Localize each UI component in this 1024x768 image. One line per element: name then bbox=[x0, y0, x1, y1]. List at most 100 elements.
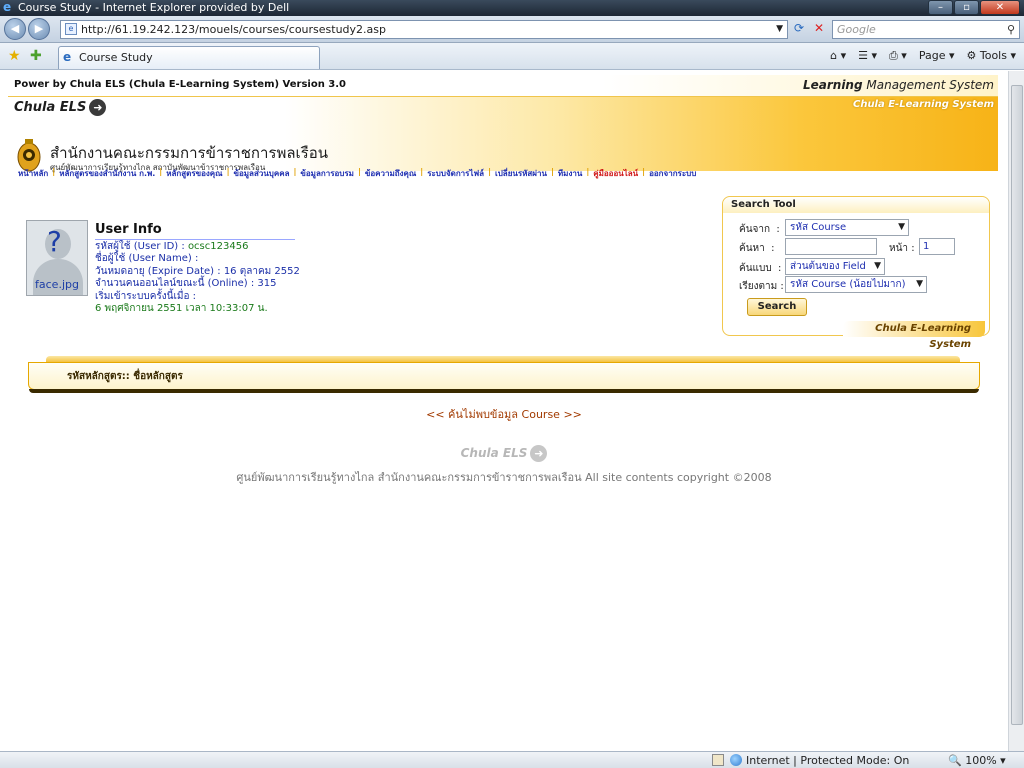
forward-button[interactable]: ▶ bbox=[28, 18, 50, 40]
menu-separator: | bbox=[420, 167, 424, 176]
menu-item-6[interactable]: ระบบจัดการไฟล์ bbox=[427, 167, 484, 180]
menu-separator: | bbox=[642, 167, 646, 176]
search-from-label: ค้นจาก : bbox=[739, 224, 780, 235]
menu-item-1[interactable]: หลักสูตรของสำนักงาน ก.พ. bbox=[59, 167, 155, 180]
avatar: ? face.jpg bbox=[26, 220, 88, 296]
search-button[interactable]: Search bbox=[747, 298, 807, 316]
menu-separator: | bbox=[357, 167, 361, 176]
home-icon[interactable]: ⌂ ▾ bbox=[830, 49, 846, 63]
page-icon: e bbox=[65, 23, 77, 35]
menu-item-5[interactable]: ข้อความถึงคุณ bbox=[365, 167, 416, 180]
online-value: 315 bbox=[257, 278, 277, 290]
tab-ie-icon: e bbox=[63, 50, 72, 64]
chula-els-logo: Chula ELS ➜ bbox=[14, 99, 107, 116]
arrow-right-icon: ➜ bbox=[89, 99, 107, 116]
search-mode-select[interactable]: ส่วนต้นของ Field ▼ bbox=[785, 258, 885, 275]
footer-copyright: ศูนย์พัฒนาการเรียนรู้ทางไกล สำนักงานคณะก… bbox=[236, 471, 772, 484]
lms-title: Learning Management System bbox=[802, 78, 994, 92]
search-input[interactable]: Google ⚲ bbox=[832, 20, 1020, 39]
footer-logo: Chula ELS ➜ bbox=[0, 445, 1008, 462]
zoom-level[interactable]: 🔍 100% ▾ bbox=[948, 754, 1006, 767]
address-bar[interactable]: e http://61.19.242.123/mouels/courses/co… bbox=[60, 20, 788, 39]
tools-menu[interactable]: ⚙ Tools ▾ bbox=[967, 49, 1017, 63]
globe-icon bbox=[730, 754, 742, 766]
security-icon[interactable] bbox=[712, 754, 724, 766]
minimize-button[interactable]: – bbox=[928, 0, 953, 15]
not-found-message: << ค้นไม่พบข้อมูล Course >> bbox=[426, 408, 582, 421]
menu-separator: | bbox=[293, 167, 297, 176]
user-id-value: ocsc123456 bbox=[187, 241, 249, 252]
divider bbox=[95, 239, 295, 240]
course-list-header: รหัสหลักสูตร:: ชื่อหลักสูตร bbox=[28, 362, 980, 393]
close-button[interactable]: ✕ bbox=[980, 0, 1020, 15]
zone-text[interactable]: Internet | Protected Mode: On bbox=[746, 754, 909, 767]
status-bar: Internet | Protected Mode: On 🔍 100% ▾ bbox=[0, 751, 1024, 768]
user-id-label: รหัสผู้ใช้ (User ID) : bbox=[95, 241, 188, 252]
search-tool-panel: Search Tool ค้นจาก : รหัส Course ▼ ค้นหา … bbox=[722, 196, 990, 350]
question-mark-icon: ? bbox=[47, 225, 62, 258]
menu-item-8[interactable]: ทีมงาน bbox=[558, 167, 582, 180]
menu-item-2[interactable]: หลักสูตรของคุณ bbox=[166, 167, 222, 180]
ie-logo-icon: e bbox=[3, 0, 12, 14]
menu-item-7[interactable]: เปลี่ยนรหัสผ่าน bbox=[495, 167, 547, 180]
add-favorites-icon[interactable]: ✚ bbox=[30, 48, 42, 64]
powered-by-text: Power by Chula ELS (Chula E-Learning Sys… bbox=[14, 79, 347, 90]
stop-icon[interactable]: ✕ bbox=[810, 21, 828, 38]
chevron-down-icon: ▼ bbox=[874, 261, 881, 271]
url-text: http://61.19.242.123/mouels/courses/cour… bbox=[81, 23, 386, 36]
site-banner: Chula ELS ➜ สำนักงานคณะกรรมการข้าราชการพล… bbox=[8, 97, 998, 172]
menu-item-3[interactable]: ข้อมูลส่วนบุคคล bbox=[234, 167, 290, 180]
user-name-label: ชื่อผู้ใช้ (User Name) : bbox=[95, 253, 199, 265]
favorites-star-icon[interactable]: ★ bbox=[8, 48, 21, 64]
search-tool-title: Search Tool bbox=[723, 197, 989, 213]
refresh-icon[interactable]: ⟳ bbox=[790, 21, 808, 38]
expire-label: วันหมดอายุ (Expire Date) : bbox=[95, 265, 224, 277]
address-dropdown-icon[interactable]: ▼ bbox=[776, 21, 783, 38]
menu-separator: | bbox=[52, 167, 56, 176]
arrow-right-icon: ➜ bbox=[530, 445, 548, 462]
menu-item-10[interactable]: ออกจากระบบ bbox=[649, 167, 696, 180]
banner-tagline: Chula E-Learning System bbox=[852, 99, 994, 110]
maximize-button[interactable]: ▫ bbox=[954, 0, 979, 15]
vertical-scrollbar[interactable] bbox=[1008, 71, 1024, 751]
chevron-down-icon: ▼ bbox=[916, 279, 923, 289]
menu-separator: | bbox=[488, 167, 491, 176]
search-from-select[interactable]: รหัส Course ▼ bbox=[785, 219, 909, 236]
page-menu[interactable]: Page ▾ bbox=[919, 49, 955, 63]
window-titlebar: e Course Study - Internet Explorer provi… bbox=[0, 0, 1024, 16]
header-strip: Power by Chula ELS (Chula E-Learning Sys… bbox=[8, 75, 998, 97]
menu-separator: | bbox=[226, 167, 230, 176]
sort-label: เรียงตาม : bbox=[739, 281, 784, 292]
tab-course-study[interactable]: e Course Study bbox=[58, 46, 320, 69]
user-info-details: รหัสผู้ใช้ (User ID) : ocsc123456 ชื่อผู… bbox=[95, 241, 300, 315]
menu-item-0[interactable]: หน้าหลัก bbox=[18, 167, 48, 180]
course-header-text: รหัสหลักสูตร:: ชื่อหลักสูตร bbox=[67, 371, 183, 382]
chevron-down-icon: ▼ bbox=[898, 222, 905, 232]
page-number-label: หน้า : bbox=[889, 243, 915, 254]
search-tool-footer: Chula E-Learning System bbox=[843, 321, 985, 350]
search-icon[interactable]: ⚲ bbox=[1007, 21, 1015, 38]
menu-item-9[interactable]: คู่มือออนไลน์ bbox=[593, 167, 638, 180]
online-label: จำนวนคนออนไลน์ขณะนี้ (Online) : bbox=[95, 278, 258, 290]
expire-value: 16 ตุลาคม 2552 bbox=[223, 265, 300, 277]
avatar-caption: face.jpg bbox=[35, 278, 79, 291]
tab-label: Course Study bbox=[79, 51, 153, 64]
page-number-input[interactable]: 1 bbox=[919, 238, 955, 255]
menu-separator: | bbox=[586, 167, 590, 176]
feeds-icon[interactable]: ☰ ▾ bbox=[858, 49, 877, 63]
print-icon[interactable]: ⎙ ▾ bbox=[889, 49, 907, 63]
search-query-input[interactable] bbox=[785, 238, 877, 255]
search-placeholder: Google bbox=[837, 23, 876, 36]
window-title: Course Study - Internet Explorer provide… bbox=[18, 1, 290, 14]
search-mode-label: ค้นแบบ : bbox=[739, 263, 782, 274]
main-menu: หน้าหลัก | หลักสูตรของสำนักงาน ก.พ. | หลักสู… bbox=[18, 167, 696, 180]
sort-select[interactable]: รหัส Course (น้อยไปมาก) ▼ bbox=[785, 276, 927, 293]
back-button[interactable]: ◀ bbox=[4, 18, 26, 40]
search-query-label: ค้นหา : bbox=[739, 243, 775, 254]
menu-item-4[interactable]: ข้อมูลการอบรม bbox=[300, 167, 354, 180]
login-since-value: 6 พฤศจิกายน 2551 เวลา 10:33:07 น. bbox=[95, 303, 268, 315]
scrollbar-thumb[interactable] bbox=[1011, 85, 1023, 725]
login-since-label: เริ่มเข้าระบบครั้งนี้เมื่อ : bbox=[95, 290, 197, 302]
menu-separator: | bbox=[159, 167, 163, 176]
page-content: Power by Chula ELS (Chula E-Learning Sys… bbox=[0, 71, 1008, 751]
